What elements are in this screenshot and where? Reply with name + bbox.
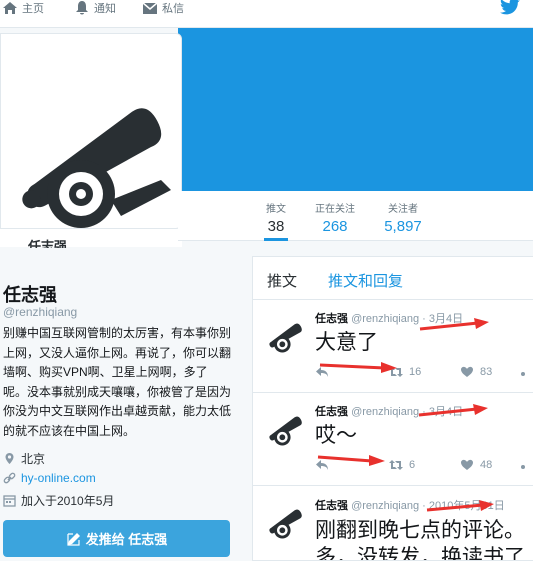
tweet-text: 哎～ xyxy=(315,424,357,447)
profile-banner xyxy=(178,28,533,191)
timeline-tabs: 推文 推文和回复 xyxy=(253,257,533,300)
profile-joined-text: 加入于2010年5月 xyxy=(21,494,115,508)
profile-location: 北京 xyxy=(3,450,45,467)
nav-home[interactable]: 主页 xyxy=(2,0,44,16)
nav-messages[interactable]: 私信 xyxy=(142,0,184,16)
profile-website[interactable]: hy-online.com xyxy=(3,471,96,485)
calendar-icon xyxy=(3,495,16,507)
cannon-icon xyxy=(22,108,171,228)
nav-home-label: 主页 xyxy=(22,3,44,15)
more-dot[interactable] xyxy=(521,372,525,376)
stat-following[interactable]: 正在关注 268 xyxy=(312,203,358,236)
location-pin-icon xyxy=(5,453,14,464)
tweet-handle[interactable]: @renzhiqiang xyxy=(351,313,419,325)
tab-tweets-replies[interactable]: 推文和回复 xyxy=(328,270,403,291)
tweet-item[interactable]: 任志强 @renzhiqiang · 3月4日 哎～ 6 48 xyxy=(253,394,533,486)
compose-icon xyxy=(67,532,80,546)
heart-icon xyxy=(461,459,473,470)
stat-followers-value: 5,897 xyxy=(384,218,422,235)
like-count: 48 xyxy=(480,459,493,471)
tweet-handle[interactable]: @renzhiqiang xyxy=(351,500,419,512)
tweet-item[interactable]: 任志强 @renzhiqiang · 3月4日 大意了 16 83 xyxy=(253,301,533,393)
stat-followers[interactable]: 关注者 5,897 xyxy=(382,203,424,236)
nav-notifications[interactable]: 通知 xyxy=(74,0,116,16)
link-icon xyxy=(3,472,16,483)
profile-handle[interactable]: @renzhiqiang xyxy=(3,305,77,319)
tab-tweets[interactable]: 推文 xyxy=(267,270,297,291)
tweet-text: 大意了 xyxy=(315,331,378,354)
like-button[interactable]: 48 xyxy=(460,459,492,471)
tweet-author[interactable]: 任志强 xyxy=(315,406,348,418)
stat-tweets[interactable]: 推文 38 xyxy=(264,203,288,241)
top-nav-bar: 主页 通知 私信 xyxy=(0,0,533,28)
tweet-author[interactable]: 任志强 xyxy=(315,313,348,325)
timeline: 推文 推文和回复 任志强 @renzhiqiang · 3月4日 大意了 16 … xyxy=(252,256,533,561)
cannon-icon xyxy=(269,416,302,446)
annotation-arrow xyxy=(418,404,488,417)
stat-tweets-value: 38 xyxy=(267,218,285,235)
annotation-arrow xyxy=(426,500,494,512)
stat-following-value: 268 xyxy=(322,218,348,235)
retweet-button[interactable]: 6 xyxy=(389,459,415,471)
tweet-to-label: 发推给 任志强 xyxy=(85,532,168,547)
bell-icon xyxy=(76,1,88,15)
envelope-icon xyxy=(142,2,158,14)
profile-name: 任志强 xyxy=(3,285,57,305)
retweet-count: 16 xyxy=(409,366,422,378)
profile-joined: 加入于2010年5月 xyxy=(3,492,114,509)
stat-following-label: 正在关注 xyxy=(315,204,355,215)
retweet-icon xyxy=(389,460,403,470)
annotation-arrow xyxy=(419,318,489,331)
profile-location-text: 北京 xyxy=(21,452,46,466)
retweet-count: 6 xyxy=(409,459,416,471)
home-icon xyxy=(3,2,17,14)
heart-icon xyxy=(461,366,473,377)
profile-stats-bar: 推文 38 正在关注 268 关注者 5,897 xyxy=(178,191,533,241)
nav-notifications-label: 通知 xyxy=(94,3,116,15)
profile-name-overlap: 任志强 xyxy=(28,239,68,248)
tweet-author[interactable]: 任志强 xyxy=(315,500,348,512)
like-count: 83 xyxy=(480,366,493,378)
like-button[interactable]: 83 xyxy=(460,366,492,378)
nav-messages-label: 私信 xyxy=(162,3,184,15)
more-dot[interactable] xyxy=(521,465,525,469)
tweet-to-button[interactable]: 发推给 任志强 xyxy=(3,520,230,557)
profile-bio: 别赚中国互联网管制的太厉害，有本事你别上网，又没人逼你上网。再说了，你可以翻墙啊… xyxy=(3,326,232,438)
cannon-icon xyxy=(269,323,302,353)
tweet-text-line2: 多，没转发，换读书了 xyxy=(315,546,525,561)
profile-website-link[interactable]: hy-online.com xyxy=(21,471,96,485)
twitter-bird-icon[interactable] xyxy=(499,0,521,16)
stat-active-underline xyxy=(264,238,288,241)
annotation-arrow xyxy=(317,455,385,466)
profile-avatar[interactable] xyxy=(0,33,182,229)
tweet-handle[interactable]: @renzhiqiang xyxy=(351,406,419,418)
stat-followers-label: 关注者 xyxy=(388,204,418,215)
tweet-text: 刚翻到晚七点的评论。 xyxy=(315,519,525,542)
stat-tweets-label: 推文 xyxy=(266,204,286,215)
cannon-icon xyxy=(269,509,302,539)
annotation-arrow xyxy=(319,362,397,373)
